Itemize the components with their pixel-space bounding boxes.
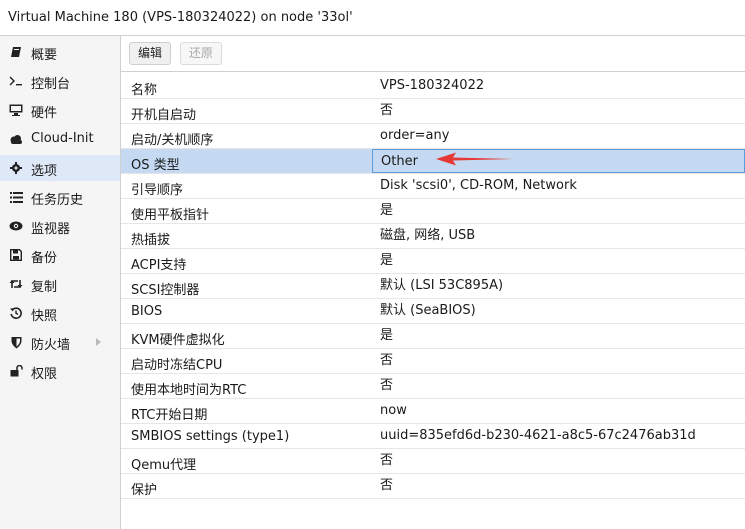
- chevron-right-icon[interactable]: [96, 338, 101, 346]
- table-row[interactable]: 名称 VPS-180324022: [121, 74, 745, 99]
- table-row[interactable]: SCSI控制器 默认 (LSI 53C895A): [121, 274, 745, 299]
- toolbar: 编辑 还原: [121, 36, 745, 72]
- sidebar-item-summary[interactable]: 概要: [0, 39, 120, 65]
- sidebar-item-replication[interactable]: 复制: [0, 271, 120, 297]
- table-row[interactable]: 引导顺序 Disk 'scsi0', CD-ROM, Network: [121, 174, 745, 199]
- option-key: SCSI控制器: [131, 283, 200, 298]
- option-key: 使用平板指针: [131, 208, 210, 223]
- sidebar-item-label: 防火墙: [31, 338, 71, 353]
- sidebar: 概要 控制台 硬件 Cloud-Init 选项 任务历史 监视器 备份 复制 快…: [0, 36, 121, 529]
- table-row[interactable]: BIOS 默认 (SeaBIOS): [121, 299, 745, 324]
- sidebar-item-label: 控制台: [31, 77, 71, 92]
- sidebar-item-hardware[interactable]: 硬件: [0, 97, 120, 123]
- option-key: 保护: [131, 483, 158, 498]
- option-key: Qemu代理: [131, 458, 197, 473]
- sidebar-item-label: 任务历史: [31, 193, 84, 208]
- revert-button[interactable]: 还原: [180, 42, 223, 65]
- option-key: ACPI支持: [131, 258, 187, 273]
- retweet-icon: [9, 277, 23, 291]
- sidebar-item-snapshots[interactable]: 快照: [0, 300, 120, 326]
- option-value: now: [380, 403, 407, 418]
- option-value: 否: [380, 353, 394, 368]
- history-icon: [9, 306, 23, 320]
- table-row[interactable]: RTC开始日期 now: [121, 399, 745, 424]
- table-row[interactable]: KVM硬件虚拟化 是: [121, 324, 745, 349]
- option-key: SMBIOS settings (type1): [131, 429, 290, 444]
- sidebar-item-label: 硬件: [31, 106, 58, 121]
- table-row[interactable]: SMBIOS settings (type1) uuid=835efd6d-b2…: [121, 424, 745, 449]
- option-value: 否: [380, 103, 394, 118]
- option-value: Disk 'scsi0', CD-ROM, Network: [380, 178, 577, 193]
- option-value: VPS-180324022: [380, 78, 485, 93]
- red-arrow-annotation: [436, 152, 514, 166]
- table-row[interactable]: 保护 否: [121, 474, 745, 499]
- table-row-selected[interactable]: OS 类型 Other: [121, 149, 745, 174]
- option-key: 引导顺序: [131, 183, 184, 198]
- table-row[interactable]: 使用本地时间为RTC 否: [121, 374, 745, 399]
- option-key: 启动/关机顺序: [131, 133, 214, 148]
- book-icon: [9, 45, 23, 59]
- table-row[interactable]: 使用平板指针 是: [121, 199, 745, 224]
- option-value: 默认 (SeaBIOS): [380, 303, 476, 318]
- option-key: BIOS: [131, 304, 163, 319]
- option-key: KVM硬件虚拟化: [131, 333, 225, 348]
- sidebar-item-cloud-init[interactable]: Cloud-Init: [0, 126, 120, 152]
- option-value: 否: [380, 478, 394, 493]
- sidebar-item-task-history[interactable]: 任务历史: [0, 184, 120, 210]
- window-titlebar: Virtual Machine 180 (VPS-180324022) on n…: [0, 0, 745, 36]
- option-value: 默认 (LSI 53C895A): [380, 278, 504, 293]
- table-row[interactable]: 开机自启动 否: [121, 99, 745, 124]
- sidebar-item-options[interactable]: 选项: [0, 155, 120, 181]
- sidebar-item-label: Cloud-Init: [31, 131, 94, 146]
- sidebar-item-label: 复制: [31, 280, 58, 295]
- option-value: uuid=835efd6d-b230-4621-a8c5-67c2476ab31…: [380, 428, 696, 443]
- option-value: 是: [380, 203, 394, 218]
- gear-icon: [9, 161, 23, 175]
- sidebar-item-monitor[interactable]: 监视器: [0, 213, 120, 239]
- eye-icon: [9, 219, 23, 233]
- table-row[interactable]: 热插拔 磁盘, 网络, USB: [121, 224, 745, 249]
- terminal-icon: [9, 74, 23, 88]
- monitor-icon: [9, 103, 23, 117]
- edit-button[interactable]: 编辑: [129, 42, 172, 65]
- table-row[interactable]: ACPI支持 是: [121, 249, 745, 274]
- cloud-icon: [9, 132, 23, 146]
- shield-icon: [9, 335, 23, 349]
- unlock-icon: [9, 364, 23, 378]
- option-key: 名称: [131, 83, 158, 98]
- option-value: 是: [380, 328, 394, 343]
- sidebar-item-label: 快照: [31, 309, 58, 324]
- option-value: 是: [380, 253, 394, 268]
- table-row[interactable]: Qemu代理 否: [121, 449, 745, 474]
- option-key: RTC开始日期: [131, 408, 208, 423]
- sidebar-item-backup[interactable]: 备份: [0, 242, 120, 268]
- option-value: 磁盘, 网络, USB: [380, 228, 476, 243]
- floppy-icon: [9, 248, 23, 262]
- list-icon: [9, 190, 23, 204]
- table-row[interactable]: 启动/关机顺序 order=any: [121, 124, 745, 149]
- option-value: 否: [380, 453, 394, 468]
- option-key: 热插拔: [131, 233, 171, 248]
- sidebar-item-permissions[interactable]: 权限: [0, 358, 120, 384]
- option-key: 开机自启动: [131, 108, 197, 123]
- option-value: 否: [380, 378, 394, 393]
- option-key: OS 类型: [131, 158, 180, 173]
- sidebar-item-label: 概要: [31, 48, 58, 63]
- option-value: Other: [372, 149, 745, 173]
- sidebar-item-firewall[interactable]: 防火墙: [0, 329, 120, 355]
- sidebar-item-label: 监视器: [31, 222, 71, 237]
- sidebar-item-label: 选项: [31, 164, 58, 179]
- option-value: order=any: [380, 128, 450, 143]
- table-row[interactable]: 启动时冻结CPU 否: [121, 349, 745, 374]
- sidebar-item-label: 备份: [31, 251, 58, 266]
- sidebar-item-console[interactable]: 控制台: [0, 68, 120, 94]
- option-key: 使用本地时间为RTC: [131, 383, 247, 398]
- sidebar-item-label: 权限: [31, 367, 58, 382]
- option-key: 启动时冻结CPU: [131, 358, 223, 373]
- window-title: Virtual Machine 180 (VPS-180324022) on n…: [8, 10, 353, 25]
